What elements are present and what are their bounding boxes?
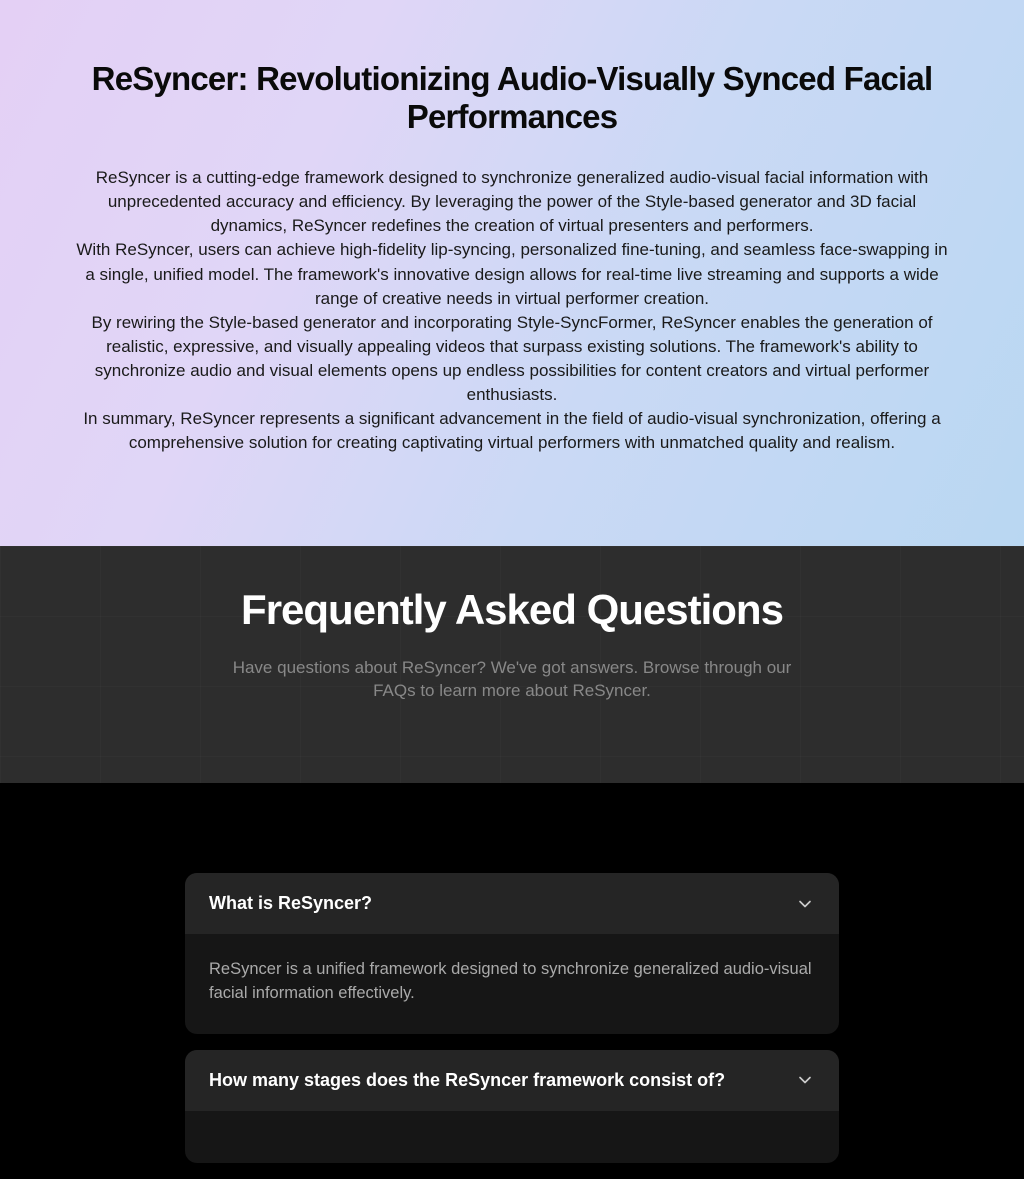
faq-question-text: What is ReSyncer? bbox=[209, 893, 372, 914]
faq-question-toggle[interactable]: What is ReSyncer? bbox=[185, 873, 839, 934]
faq-list: What is ReSyncer? ReSyncer is a unified … bbox=[0, 783, 1024, 1163]
faq-answer: ReSyncer is a unified framework designed… bbox=[185, 934, 839, 1034]
faq-subtitle: Have questions about ReSyncer? We've got… bbox=[222, 656, 802, 704]
hero-paragraph-3: By rewiring the Style-based generator an… bbox=[70, 311, 954, 408]
faq-question-toggle[interactable]: How many stages does the ReSyncer framew… bbox=[185, 1050, 839, 1111]
faq-header: Frequently Asked Questions Have question… bbox=[0, 546, 1024, 784]
faq-item: How many stages does the ReSyncer framew… bbox=[185, 1050, 839, 1163]
faq-question-text: How many stages does the ReSyncer framew… bbox=[209, 1070, 725, 1091]
faq-title: Frequently Asked Questions bbox=[20, 586, 1004, 634]
hero-section: ReSyncer: Revolutionizing Audio-Visually… bbox=[0, 0, 1024, 546]
page-title: ReSyncer: Revolutionizing Audio-Visually… bbox=[70, 60, 954, 136]
chevron-down-icon bbox=[795, 1070, 815, 1090]
hero-paragraph-2: With ReSyncer, users can achieve high-fi… bbox=[70, 238, 954, 310]
hero-paragraph-1: ReSyncer is a cutting-edge framework des… bbox=[70, 166, 954, 238]
chevron-down-icon bbox=[795, 894, 815, 914]
faq-item: What is ReSyncer? ReSyncer is a unified … bbox=[185, 873, 839, 1034]
faq-answer bbox=[185, 1111, 839, 1163]
hero-paragraph-4: In summary, ReSyncer represents a signif… bbox=[70, 407, 954, 455]
